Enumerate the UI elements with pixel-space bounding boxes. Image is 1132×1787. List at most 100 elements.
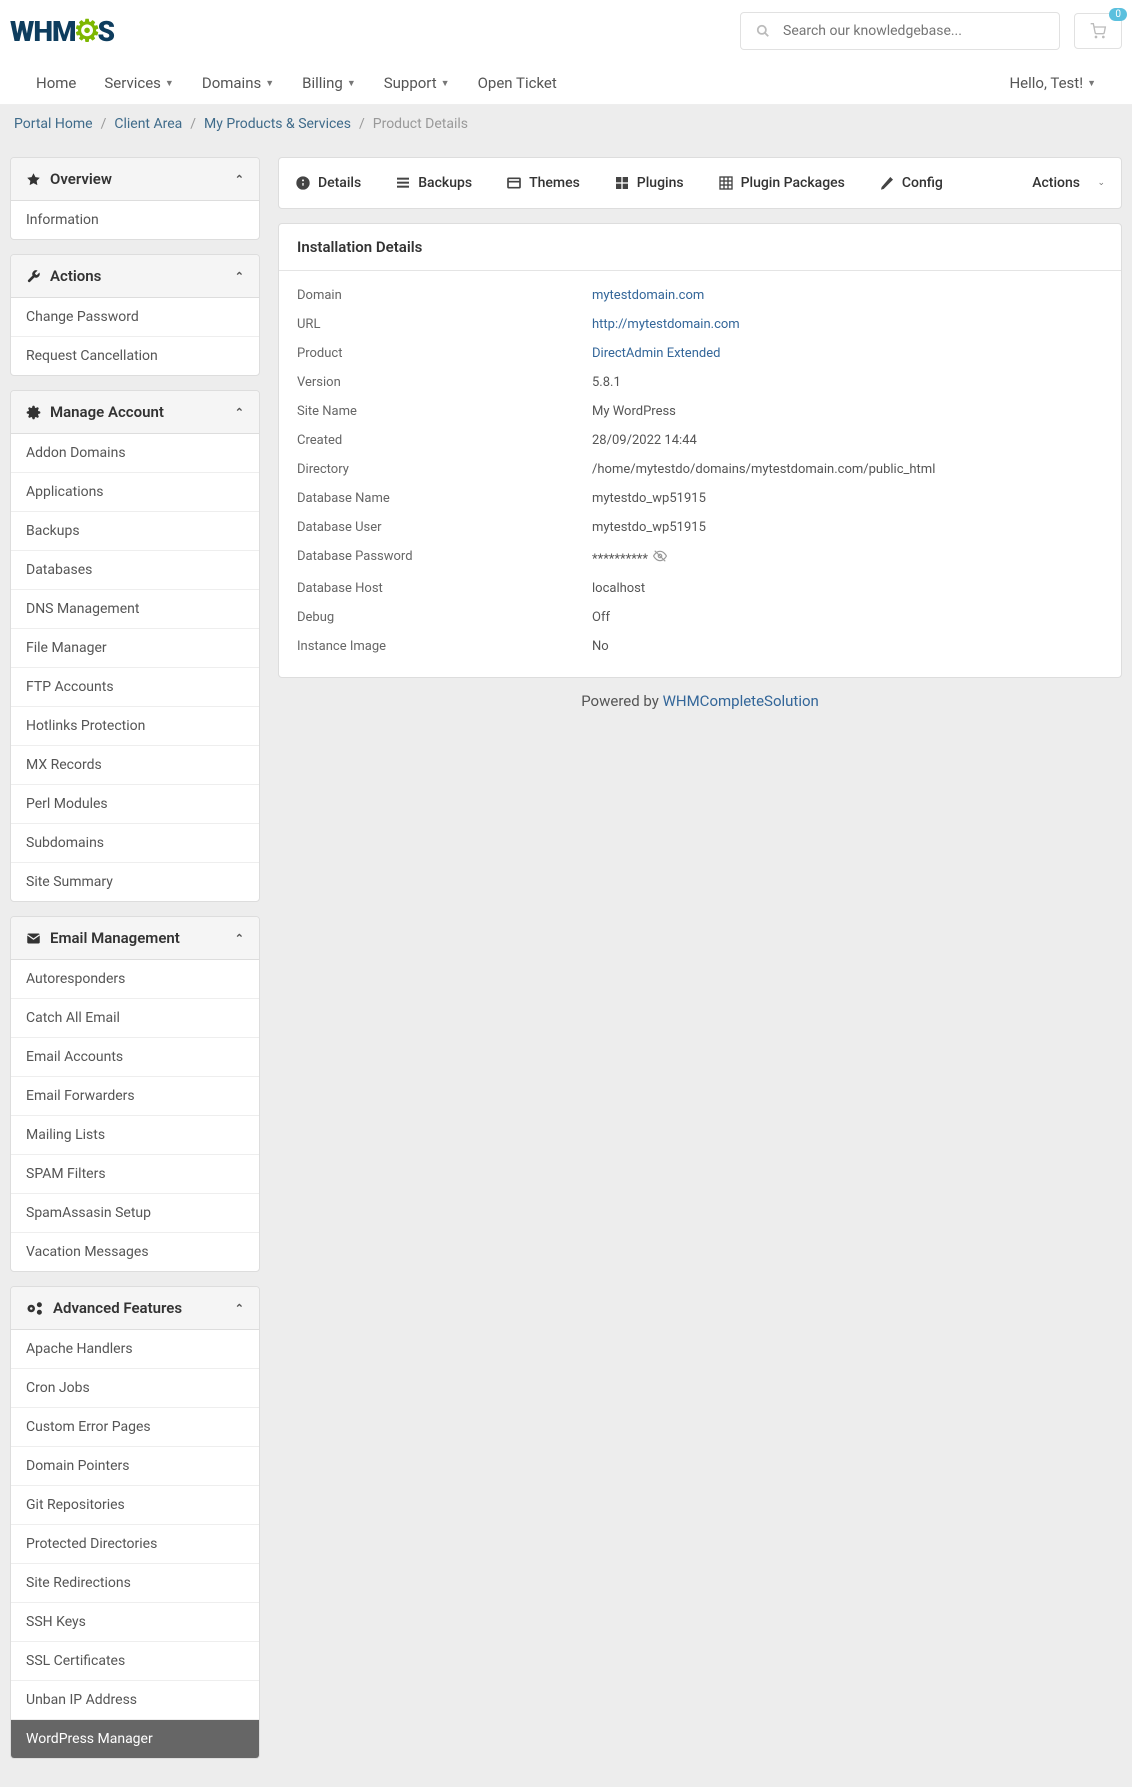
search-icon [756,24,770,38]
detail-link[interactable]: http://mytestdomain.com [592,317,740,332]
nav-services[interactable]: Services▼ [90,62,187,104]
star-icon [26,172,41,187]
user-menu[interactable]: Hello, Test!▼ [995,62,1110,104]
panel-head-email-management[interactable]: Email Management⌃ [11,917,259,960]
sidebar-item-protected-directories[interactable]: Protected Directories [11,1525,259,1564]
breadcrumb-link[interactable]: Client Area [114,116,182,132]
sidebar-item-mailing-lists[interactable]: Mailing Lists [11,1116,259,1155]
detail-link[interactable]: DirectAdmin Extended [592,346,720,361]
panel-head-overview[interactable]: Overview⌃ [11,158,259,201]
detail-row: DebugOff [297,603,1103,632]
actions-dropdown[interactable]: Actions ⌄ [1024,170,1113,196]
sidebar-item-spamassasin-setup[interactable]: SpamAssasin Setup [11,1194,259,1233]
cart-button[interactable]: 0 [1074,13,1122,49]
nav-home[interactable]: Home [22,62,90,104]
eye-icon[interactable] [653,552,667,566]
chevron-up-icon: ⌃ [235,173,244,186]
nav-support[interactable]: Support▼ [370,62,464,104]
puzzle-icon [614,175,630,191]
sidebar-item-dns-management[interactable]: DNS Management [11,590,259,629]
sidebar-item-file-manager[interactable]: File Manager [11,629,259,668]
detail-value: My WordPress [592,404,676,419]
cogs-icon [26,1301,44,1316]
logo[interactable]: WHM⚙S [10,14,114,49]
main-nav: HomeServices▼Domains▼Billing▼Support▼Ope… [0,62,1132,105]
footer-link[interactable]: WHMCompleteSolution [663,692,819,710]
detail-label: Database Name [297,491,592,506]
breadcrumb: Portal Home/Client Area/My Products & Se… [0,105,1132,143]
detail-link[interactable]: mytestdomain.com [592,288,704,303]
sidebar-item-unban-ip-address[interactable]: Unban IP Address [11,1681,259,1720]
tab-config[interactable]: Config [871,170,951,196]
nav-domains[interactable]: Domains▼ [188,62,288,104]
panel-head-actions[interactable]: Actions⌃ [11,255,259,298]
sidebar-item-addon-domains[interactable]: Addon Domains [11,434,259,473]
sidebar-item-site-summary[interactable]: Site Summary [11,863,259,901]
sidebar-item-wordpress-manager[interactable]: WordPress Manager [11,1720,259,1758]
sidebar-item-ftp-accounts[interactable]: FTP Accounts [11,668,259,707]
detail-label: Site Name [297,404,592,419]
envelope-icon [26,931,41,946]
detail-value: localhost [592,581,645,596]
sidebar-item-backups[interactable]: Backups [11,512,259,551]
tab-plugin-packages[interactable]: Plugin Packages [710,170,853,196]
panel-head-advanced-features[interactable]: Advanced Features⌃ [11,1287,259,1330]
sidebar-item-cron-jobs[interactable]: Cron Jobs [11,1369,259,1408]
sidebar-item-site-redirections[interactable]: Site Redirections [11,1564,259,1603]
sidebar-item-custom-error-pages[interactable]: Custom Error Pages [11,1408,259,1447]
sidebar-item-ssh-keys[interactable]: SSH Keys [11,1603,259,1642]
search-input[interactable] [740,12,1060,50]
detail-value: http://mytestdomain.com [592,317,740,332]
detail-label: Directory [297,462,592,477]
sidebar-item-applications[interactable]: Applications [11,473,259,512]
sidebar-item-autoresponders[interactable]: Autoresponders [11,960,259,999]
wrench-icon [26,269,41,284]
sidebar-item-information[interactable]: Information [11,201,259,239]
sidebar-item-ssl-certificates[interactable]: SSL Certificates [11,1642,259,1681]
chevron-up-icon: ⌃ [235,270,244,283]
sidebar-item-email-forwarders[interactable]: Email Forwarders [11,1077,259,1116]
sidebar-item-mx-records[interactable]: MX Records [11,746,259,785]
tab-themes[interactable]: Themes [498,170,588,196]
detail-row: Created28/09/2022 14:44 [297,426,1103,455]
nav-open-ticket[interactable]: Open Ticket [464,62,571,104]
chevron-down-icon: ▼ [347,78,356,89]
detail-label: Domain [297,288,592,303]
detail-label: Database Host [297,581,592,596]
nav-billing[interactable]: Billing▼ [288,62,370,104]
panel-head-manage-account[interactable]: Manage Account⌃ [11,391,259,434]
sidebar-item-databases[interactable]: Databases [11,551,259,590]
sidebar-item-subdomains[interactable]: Subdomains [11,824,259,863]
tab-backups[interactable]: Backups [387,170,480,196]
detail-row: Directory/home/mytestdo/domains/mytestdo… [297,455,1103,484]
window-icon [506,175,522,191]
detail-value: mytestdomain.com [592,288,704,303]
detail-label: Product [297,346,592,361]
detail-label: URL [297,317,592,332]
sidebar-item-vacation-messages[interactable]: Vacation Messages [11,1233,259,1271]
info-icon [295,175,311,191]
detail-row: Database Password********** [297,542,1103,574]
sidebar-item-change-password[interactable]: Change Password [11,298,259,337]
sidebar-item-request-cancellation[interactable]: Request Cancellation [11,337,259,375]
tab-details[interactable]: Details [287,170,369,196]
detail-row: Domainmytestdomain.com [297,281,1103,310]
sidebar-item-catch-all-email[interactable]: Catch All Email [11,999,259,1038]
breadcrumb-link[interactable]: Portal Home [14,116,93,132]
detail-row: ProductDirectAdmin Extended [297,339,1103,368]
sidebar-item-hotlinks-protection[interactable]: Hotlinks Protection [11,707,259,746]
detail-row: Database Usermytestdo_wp51915 [297,513,1103,542]
sidebar-item-perl-modules[interactable]: Perl Modules [11,785,259,824]
details-title: Installation Details [279,224,1121,271]
sidebar-item-git-repositories[interactable]: Git Repositories [11,1486,259,1525]
detail-value: 28/09/2022 14:44 [592,433,697,448]
cog-icon [26,405,41,420]
sidebar-item-spam-filters[interactable]: SPAM Filters [11,1155,259,1194]
tab-plugins[interactable]: Plugins [606,170,692,196]
sidebar-item-apache-handlers[interactable]: Apache Handlers [11,1330,259,1369]
sidebar-item-email-accounts[interactable]: Email Accounts [11,1038,259,1077]
detail-label: Debug [297,610,592,625]
chevron-up-icon: ⌃ [235,932,244,945]
sidebar-item-domain-pointers[interactable]: Domain Pointers [11,1447,259,1486]
breadcrumb-link[interactable]: My Products & Services [204,116,351,132]
